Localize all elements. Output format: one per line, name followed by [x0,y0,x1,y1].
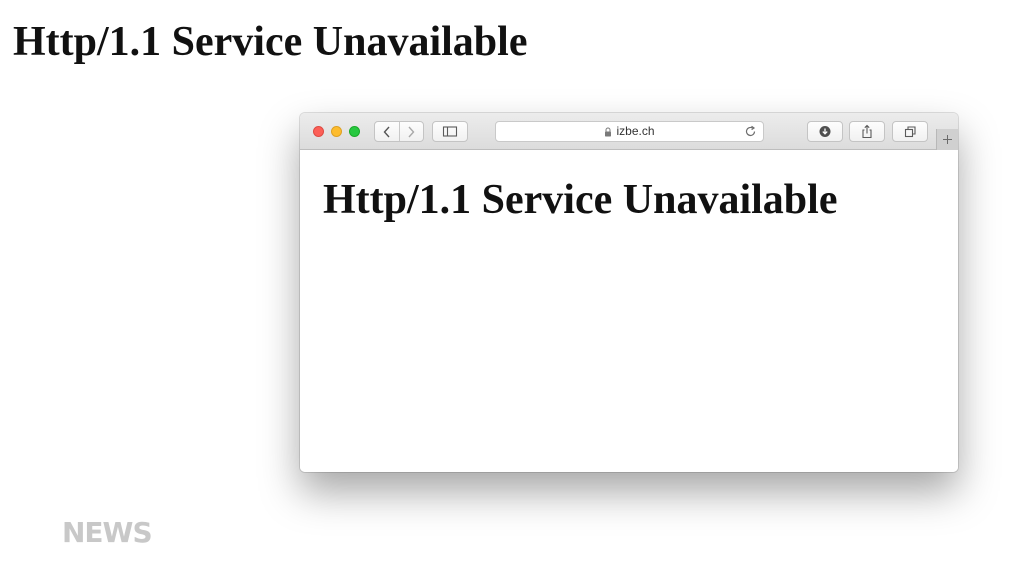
url-text: izbe.ch [616,124,655,138]
tabs-icon [904,126,916,138]
window-zoom-button[interactable] [349,126,360,137]
news-watermark-logo: NEWS [62,516,153,549]
page: Http/1.1 Service Unavailable izbe.ch Htt… [0,0,1024,576]
share-button[interactable] [849,121,885,142]
reload-icon[interactable] [744,125,757,138]
address-center: izbe.ch [496,122,763,141]
window-minimize-button[interactable] [331,126,342,137]
download-icon [819,126,831,137]
back-button[interactable] [375,122,400,141]
browser-toolbar: izbe.ch [300,113,958,150]
navigation-buttons [374,121,424,142]
content-heading: Http/1.1 Service Unavailable [323,177,838,223]
forward-button[interactable] [400,122,424,141]
browser-content: Http/1.1 Service Unavailable [300,150,958,472]
chevron-left-icon [383,126,390,137]
window-close-button[interactable] [313,126,324,137]
sidebar-icon [442,126,458,137]
lock-icon [605,127,612,136]
sidebar-button[interactable] [432,121,468,142]
downloads-button[interactable] [807,121,843,142]
chevron-right-icon [408,126,415,137]
plus-icon [943,135,952,144]
tabs-overview-button[interactable] [892,121,928,142]
page-heading: Http/1.1 Service Unavailable [13,19,528,65]
address-bar[interactable]: izbe.ch [495,121,764,142]
new-tab-button[interactable] [936,129,958,150]
share-icon [862,124,872,139]
browser-window: izbe.ch Http/1.1 Service Unavailable [300,113,958,472]
